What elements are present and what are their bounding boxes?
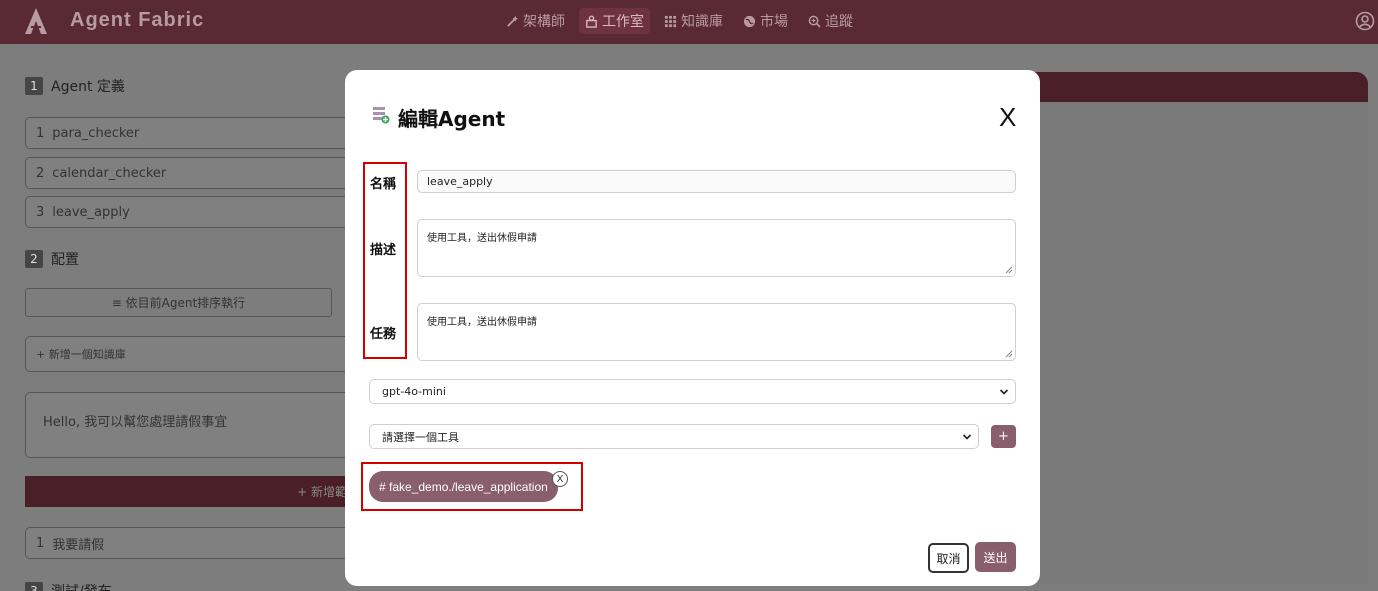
agent-list-item[interactable]: 1 para_checker <box>25 117 355 149</box>
description-textarea[interactable]: 使用工具，送出休假申請 <box>417 219 1016 277</box>
cancel-button[interactable]: 取消 <box>928 543 969 573</box>
example-text: 我要請假 <box>52 537 105 553</box>
description-text: 使用工具，送出休假申請 <box>427 233 537 244</box>
task-text: 使用工具，送出休假申請 <box>427 317 537 328</box>
modal-title: 編輯Agent <box>398 107 506 131</box>
globe-icon <box>743 15 756 27</box>
agent-index: 2 <box>36 165 45 181</box>
model-select[interactable]: gpt-4o-mini <box>369 379 1016 404</box>
nav-architect[interactable]: 架構師 <box>500 8 571 34</box>
agent-name: leave_apply <box>52 204 130 220</box>
chevron-down-icon <box>962 433 972 440</box>
resize-handle-icon[interactable] <box>1005 350 1013 358</box>
nav-label: 市場 <box>760 14 788 30</box>
example-index: 1 <box>36 535 45 551</box>
magic-wand-icon <box>507 15 519 27</box>
nav-label: 知識庫 <box>681 14 723 30</box>
section-number: 3 <box>25 582 43 591</box>
name-input[interactable]: leave_apply <box>417 170 1016 193</box>
user-account-icon[interactable] <box>1355 11 1375 31</box>
submit-button[interactable]: 送出 <box>975 542 1016 572</box>
nav-knowledge[interactable]: 知識庫 <box>658 8 729 34</box>
section-title: Agent 定義 <box>51 79 125 95</box>
nav-label: 工作室 <box>602 14 644 30</box>
nav-studio[interactable]: 工作室 <box>579 8 650 34</box>
nav-label: 追蹤 <box>825 14 853 30</box>
tool-tag: # fake_demo./leave_application <box>369 471 558 502</box>
edit-agent-modal: 編輯Agent X 名稱 描述 任務 leave_apply 使用工具，送出休假… <box>345 70 1040 586</box>
section-title: 配置 <box>51 252 79 268</box>
remove-tool-button[interactable]: X <box>552 471 568 487</box>
agent-name: para_checker <box>52 125 140 141</box>
add-example-bar[interactable]: + 新增範 <box>25 476 355 507</box>
agent-name: calendar_checker <box>52 165 167 181</box>
name-label: 名稱 <box>370 177 397 192</box>
grid-icon <box>664 15 677 27</box>
tool-select-value: 請選擇一個工具 <box>382 430 459 444</box>
section-title: 測試/發布 <box>51 581 112 591</box>
add-list-icon <box>373 107 390 124</box>
main-nav: 架構師 工作室 知識庫 市場 追蹤 <box>500 8 859 34</box>
run-order-button[interactable]: ≡ 依目前Agent排序執行 <box>25 288 332 317</box>
section-number: 2 <box>25 250 43 268</box>
studio-icon <box>586 15 597 28</box>
example-list-item[interactable]: 1 我要請假 <box>25 527 355 559</box>
close-button[interactable]: X <box>999 102 1016 133</box>
preview-panel <box>1030 72 1368 584</box>
preview-panel-header <box>1030 72 1368 102</box>
nav-market[interactable]: 市場 <box>737 8 794 34</box>
add-tool-button[interactable]: + <box>991 425 1016 448</box>
section-config: 2 配置 <box>25 249 79 269</box>
task-label: 任務 <box>370 327 397 342</box>
agent-index: 1 <box>36 125 45 141</box>
top-navbar: Agent Fabric 架構師 工作室 知識庫 市場 追蹤 <box>0 0 1378 44</box>
agent-list-item[interactable]: 2 calendar_checker <box>25 157 355 189</box>
task-textarea[interactable]: 使用工具，送出休假申請 <box>417 303 1016 361</box>
resize-handle-icon[interactable] <box>1005 266 1013 274</box>
section-number: 1 <box>25 77 43 95</box>
logo-icon <box>25 8 47 34</box>
greeting-textarea[interactable]: Hello, 我可以幫您處理請假事宜 <box>25 392 355 458</box>
agent-index: 3 <box>36 204 45 220</box>
section-test-publish: 3 測試/發布 <box>25 581 112 591</box>
description-label: 描述 <box>370 243 397 258</box>
nav-label: 架構師 <box>523 14 565 30</box>
section-agent-definition: 1 Agent 定義 <box>25 76 125 96</box>
tool-select[interactable]: 請選擇一個工具 <box>369 424 979 449</box>
nav-tracking[interactable]: 追蹤 <box>802 8 859 34</box>
model-select-value: gpt-4o-mini <box>382 385 446 398</box>
add-knowledge-base-select[interactable]: + 新增一個知識庫 <box>25 336 355 372</box>
app-title: Agent Fabric <box>70 9 205 31</box>
agent-list-item[interactable]: 3 leave_apply <box>25 196 355 228</box>
chevron-down-icon <box>999 388 1009 395</box>
search-zoom-icon <box>808 15 821 28</box>
